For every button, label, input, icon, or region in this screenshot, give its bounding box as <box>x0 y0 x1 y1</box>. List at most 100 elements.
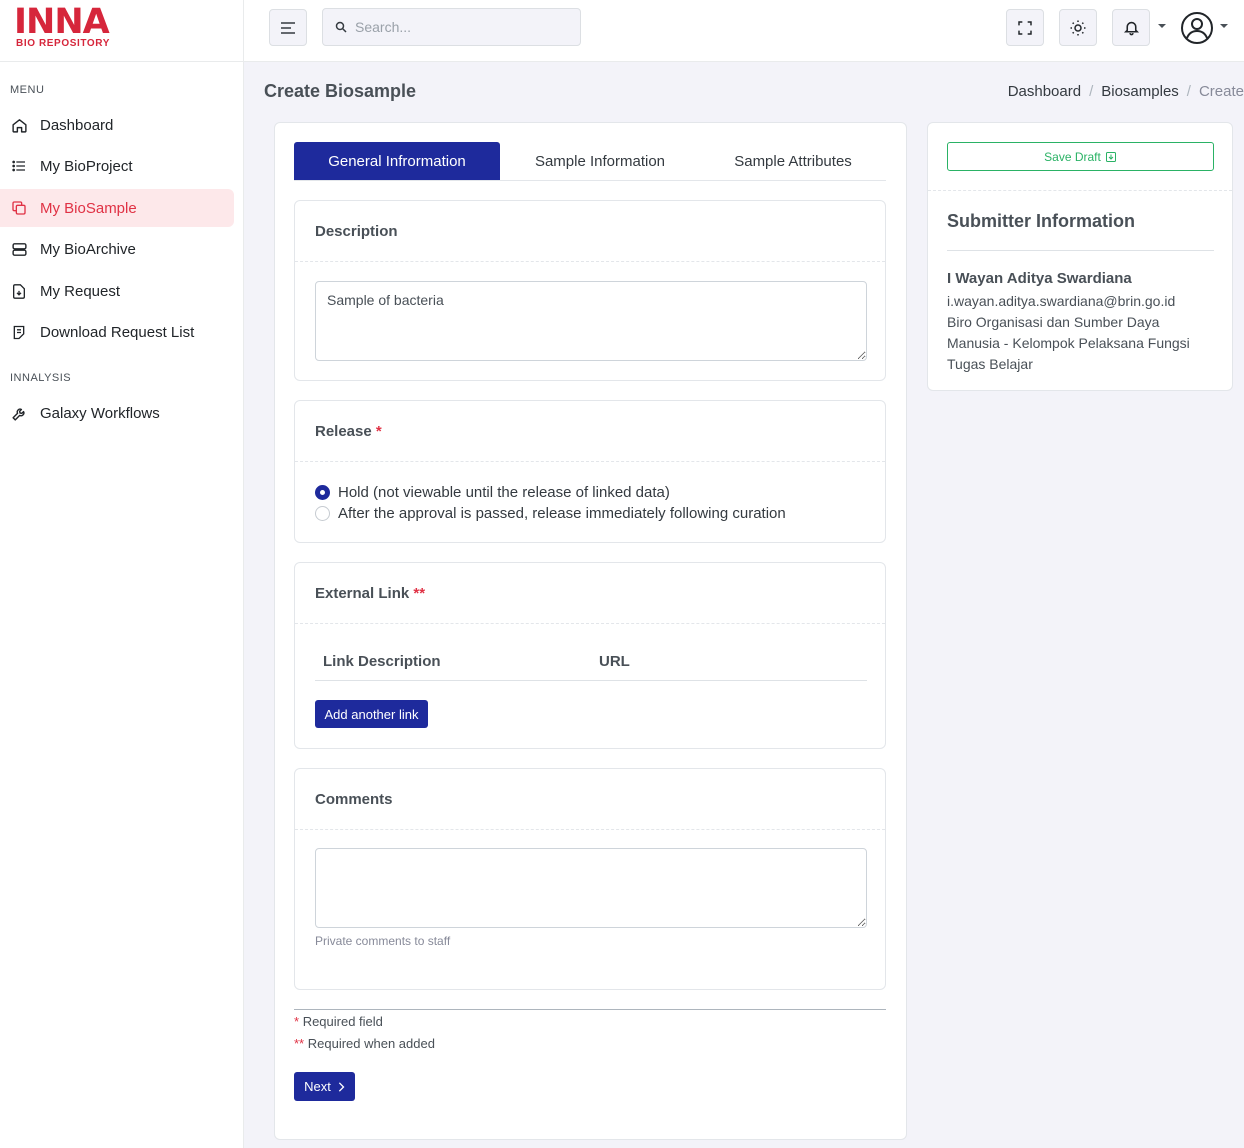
sidebar-item-label: My BioSample <box>40 199 137 217</box>
description-section: Description <box>294 200 886 381</box>
tools-icon <box>10 404 28 422</box>
tab-sample-information[interactable]: Sample Information <box>500 142 700 180</box>
bell-icon <box>1123 21 1139 36</box>
add-link-button[interactable]: Add another link <box>315 700 428 728</box>
search-icon <box>335 21 347 33</box>
search-box[interactable] <box>322 8 581 46</box>
submitter-email: i.wayan.aditya.swardiana@brin.go.id <box>947 293 1176 309</box>
brand-subtitle: BIO REPOSITORY <box>16 38 110 49</box>
file-download-icon <box>10 282 28 300</box>
release-option-hold[interactable]: Hold (not viewable until the release of … <box>315 484 670 501</box>
release-section: Release * Hold (not viewable until the r… <box>294 400 886 543</box>
notifications-button[interactable] <box>1112 9 1150 46</box>
list-icon <box>10 157 28 175</box>
chevron-down-icon[interactable] <box>1220 24 1228 28</box>
external-link-label: External Link <box>315 585 410 602</box>
home-icon <box>10 116 28 134</box>
submitter-name: I Wayan Aditya Swardiana <box>947 270 1132 287</box>
user-circle-icon <box>1181 12 1213 44</box>
sidebar-item-label: Dashboard <box>40 116 114 134</box>
chevron-right-icon <box>338 1081 345 1092</box>
breadcrumb-dashboard[interactable]: Dashboard <box>1008 83 1081 100</box>
submitter-org: Manusia - Kelompok Pelaksana Fungsi <box>947 335 1190 351</box>
save-draft-label: Save Draft <box>1044 149 1101 164</box>
server-icon <box>10 240 28 258</box>
external-link-section: External Link ** Link Description URL Ad… <box>294 562 886 749</box>
sidebar-item-bioproject[interactable]: My BioProject <box>0 147 234 185</box>
fullscreen-icon <box>1018 20 1032 35</box>
divider <box>294 1009 886 1010</box>
sun-icon <box>1070 20 1086 35</box>
divider <box>947 250 1214 251</box>
required-when-added-note: ** Required when added <box>294 1036 435 1051</box>
radio-label: Hold (not viewable until the release of … <box>338 484 670 501</box>
submitter-details: i.wayan.aditya.swardiana@brin.go.id Biro… <box>947 291 1190 375</box>
form-tabs: General Infrormation Sample Information … <box>294 142 886 181</box>
sidebar-item-download-request-list[interactable]: Download Request List <box>0 313 234 351</box>
external-link-header: External Link ** <box>295 563 885 624</box>
copy-icon <box>10 199 28 217</box>
radio-button[interactable] <box>315 506 330 521</box>
required-mark: ** <box>413 585 426 602</box>
next-button[interactable]: Next <box>294 1072 355 1101</box>
innalysis-title: INNALYSIS <box>10 372 72 384</box>
sidebar: INNA BIO REPOSITORY MENU Dashboard My Bi… <box>0 0 244 1148</box>
breadcrumb: Dashboard / Biosamples / Create <box>1008 83 1244 100</box>
required-mark: ** <box>294 1036 305 1051</box>
brand-logo[interactable]: INNA BIO REPOSITORY <box>0 0 243 62</box>
sidebar-item-label: My BioProject <box>40 157 133 175</box>
release-label: Release <box>315 423 372 440</box>
sidebar-item-galaxy-workflows[interactable]: Galaxy Workflows <box>0 394 234 432</box>
sidebar-item-label: My Request <box>40 282 121 300</box>
comments-textarea[interactable] <box>315 848 867 928</box>
column-url: URL <box>599 653 630 670</box>
theme-toggle-button[interactable] <box>1059 9 1097 46</box>
divider <box>928 190 1232 191</box>
tab-general-information[interactable]: General Infrormation <box>294 142 500 180</box>
file-list-icon <box>10 323 28 341</box>
required-field-text: Required field <box>302 1014 383 1029</box>
submitter-title: Submitter Information <box>947 211 1135 231</box>
chevron-down-icon[interactable] <box>1158 24 1166 28</box>
radio-button[interactable] <box>315 485 330 500</box>
required-mark: * <box>375 423 382 440</box>
save-icon <box>1105 151 1116 162</box>
sidebar-item-label: Galaxy Workflows <box>40 404 160 422</box>
sidebar-item-biosample[interactable]: My BioSample <box>0 189 234 227</box>
breadcrumb-biosamples[interactable]: Biosamples <box>1101 83 1179 100</box>
brand-name: INNA <box>14 2 110 42</box>
tab-sample-attributes[interactable]: Sample Attributes <box>700 142 886 180</box>
sidebar-item-label: Download Request List <box>40 323 195 341</box>
topbar <box>244 0 1244 62</box>
breadcrumb-separator: / <box>1186 83 1191 100</box>
submitter-org: Tugas Belajar <box>947 356 1033 372</box>
breadcrumb-separator: / <box>1089 83 1094 100</box>
submitter-org: Biro Organisasi dan Sumber Daya <box>947 314 1160 330</box>
column-link-description: Link Description <box>323 653 441 670</box>
page-title: Create Biosample <box>264 81 417 101</box>
sidebar-item-dashboard[interactable]: Dashboard <box>0 106 234 144</box>
required-mark: * <box>294 1014 300 1029</box>
release-header: Release * <box>295 401 885 462</box>
comments-label: Comments <box>295 769 885 830</box>
comments-section: Comments Private comments to staff <box>294 768 886 990</box>
save-draft-button[interactable]: Save Draft <box>947 142 1214 171</box>
link-table-header: Link Description URL <box>315 645 867 681</box>
radio-label: After the approval is passed, release im… <box>338 505 786 522</box>
search-input[interactable] <box>355 19 555 35</box>
breadcrumb-create: Create <box>1198 83 1244 100</box>
hamburger-icon <box>281 21 295 34</box>
sidebar-item-label: My BioArchive <box>40 240 136 258</box>
fullscreen-button[interactable] <box>1006 9 1044 46</box>
release-option-immediate[interactable]: After the approval is passed, release im… <box>315 505 786 522</box>
user-avatar[interactable] <box>1180 11 1214 45</box>
menu-title: MENU <box>10 84 45 96</box>
next-label: Next <box>304 1079 331 1094</box>
sidebar-item-request[interactable]: My Request <box>0 272 234 310</box>
required-when-added-text: Required when added <box>307 1036 435 1051</box>
required-field-note: * Required field <box>294 1014 383 1029</box>
description-textarea[interactable] <box>315 281 867 361</box>
menu-toggle-button[interactable] <box>269 9 307 46</box>
sidebar-item-bioarchive[interactable]: My BioArchive <box>0 230 234 268</box>
comments-help-text: Private comments to staff <box>315 934 451 948</box>
